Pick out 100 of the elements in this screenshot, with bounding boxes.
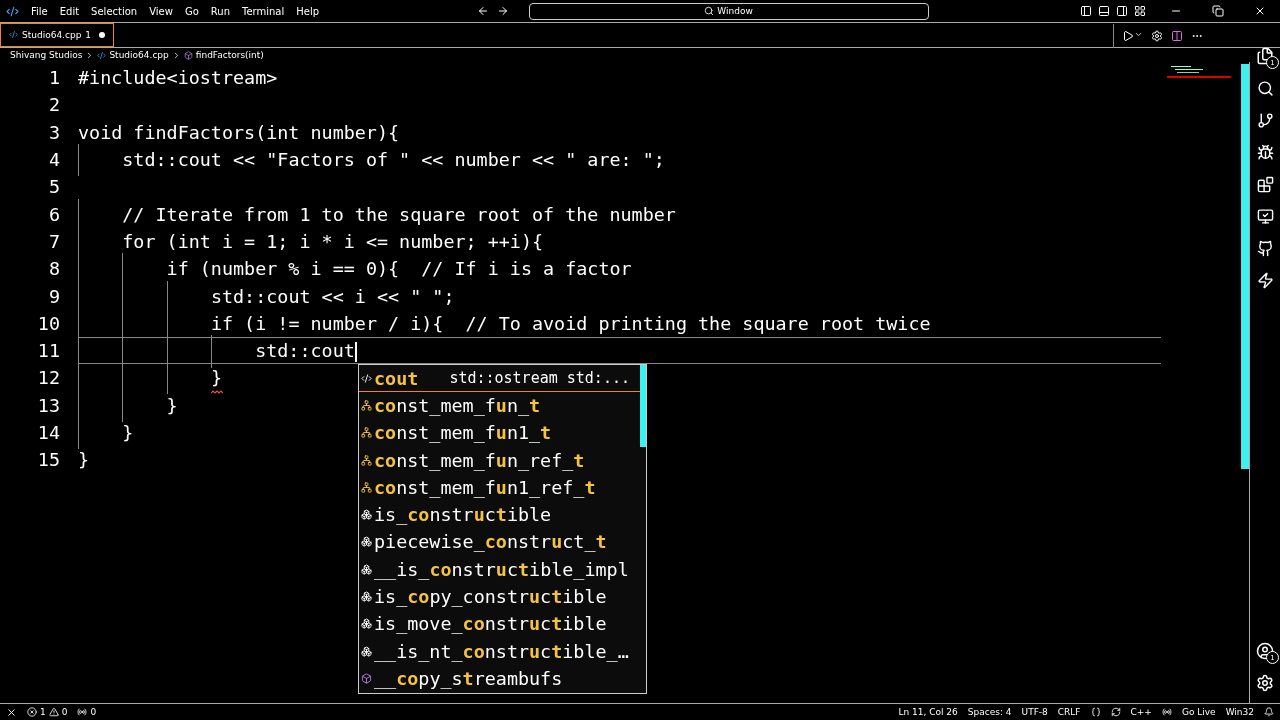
panel-bottom-icon — [1098, 5, 1110, 17]
code-text: std::cout << i << " "; — [210, 285, 455, 307]
suggestion-item[interactable]: const_mem_fun_ref_t — [359, 446, 640, 475]
menu-item[interactable]: Selection — [85, 5, 144, 17]
line-number: 6 — [47, 203, 61, 225]
suggestion-item[interactable]: is_copy_constructible — [359, 583, 640, 611]
menu-item[interactable]: Edit — [53, 5, 86, 17]
editor-tab[interactable]: Studio64.cpp 1 — [0, 23, 115, 47]
suggestion-item[interactable]: is_move_constructible — [359, 610, 640, 638]
cpp-file-icon — [9, 29, 18, 41]
struct-icon — [361, 563, 372, 575]
cpp-file-icon — [97, 50, 107, 60]
class-icon — [361, 399, 372, 411]
restore-icon — [1212, 5, 1224, 17]
breadcrumb-item[interactable]: Shivang Studios — [10, 50, 83, 60]
suggestion-item[interactable]: cout std::ostream std:... — [359, 365, 640, 393]
class-icon — [361, 481, 372, 493]
struct-icon — [361, 509, 372, 521]
suggestion-item[interactable]: piecewise_construct_t — [359, 528, 640, 557]
suggestion-label: const_mem_fun1_t — [374, 422, 552, 444]
cube-icon — [183, 50, 193, 60]
github-icon[interactable] — [1255, 238, 1275, 258]
line-number: 7 — [47, 230, 61, 252]
code-text: } — [122, 422, 134, 443]
suggestion-item[interactable]: __is_nt_constructible_… — [359, 637, 640, 666]
menu-item[interactable]: File — [25, 5, 54, 17]
menu-item[interactable]: View — [143, 5, 179, 17]
struct-icon — [361, 591, 372, 602]
run-icon[interactable] — [1122, 30, 1143, 42]
lightning-icon[interactable] — [1255, 270, 1275, 290]
status-item[interactable]: Ln 11, Col 26 — [898, 707, 958, 717]
command-center-text: Window — [717, 6, 753, 16]
cube-icon — [361, 672, 372, 684]
line-number: 15 — [36, 449, 61, 471]
suggestion-item[interactable]: const_mem_fun1_t — [359, 419, 640, 447]
suggestion-label: const_mem_fun_ref_t — [374, 449, 585, 471]
settings-icon[interactable] — [1255, 673, 1275, 693]
breadcrumb-item[interactable]: findFactors(int) — [195, 50, 264, 60]
command-center[interactable]: Window — [528, 2, 929, 20]
code-text: } — [166, 394, 178, 416]
suggestion-label: cout — [374, 367, 419, 389]
bell-icon[interactable] — [1264, 707, 1274, 717]
suggestion-item[interactable]: is_constructible — [359, 501, 640, 529]
code-text: #include<iostream> — [78, 67, 278, 89]
menu-item[interactable]: Go — [178, 5, 205, 17]
source-control-icon[interactable] — [1255, 110, 1275, 130]
back-icon[interactable] — [476, 5, 489, 17]
struct-icon — [361, 618, 372, 630]
line-number: 13 — [36, 394, 61, 416]
line-number: 1 — [47, 67, 61, 89]
split-editor-icon[interactable] — [1171, 30, 1183, 42]
scrollbar-thumb[interactable] — [1241, 64, 1249, 469]
extensions-icon[interactable] — [1255, 174, 1275, 194]
suggestion-label: __is_nt_constructible_… — [374, 640, 629, 662]
breadcrumb-item[interactable]: Studio64.cpp — [109, 50, 169, 60]
remote-icon[interactable] — [6, 706, 17, 718]
code-text: // Iterate from 1 to the square root of the number — [122, 203, 676, 225]
menu-item[interactable]: Run — [204, 5, 236, 17]
problems-indicator[interactable]: 1 0 — [27, 707, 68, 717]
suggestion-detail: std::ostream std:... — [449, 369, 631, 388]
status-item[interactable]: UTF-8 — [1021, 707, 1048, 717]
status-item[interactable]: CRLF — [1057, 707, 1081, 717]
suggestion-label: piecewise_construct_t — [374, 531, 607, 553]
code-text: std::cout << "Factors of " << number << " are: "; — [122, 149, 665, 171]
ports-indicator[interactable]: 0 — [77, 707, 97, 717]
scrollbar-thumb[interactable] — [640, 365, 646, 447]
line-number: 11 — [36, 340, 61, 362]
code-text: void findFactors(int number){ — [78, 121, 400, 143]
forward-icon[interactable] — [496, 5, 509, 17]
broadcast-icon[interactable] — [1161, 707, 1172, 717]
problem-count: 1 — [85, 30, 92, 40]
sync-icon[interactable] — [1110, 707, 1121, 717]
suggestion-label: __is_constructible_impl — [374, 558, 629, 580]
status-item[interactable]: Spaces: 4 — [967, 707, 1012, 717]
status-item[interactable]: Win32 — [1225, 707, 1254, 717]
line-number: 12 — [36, 367, 61, 389]
suggestion-item[interactable]: const_mem_fun_t — [359, 392, 640, 420]
language-mode[interactable]: C++ — [1130, 707, 1152, 717]
suggestion-label: is_constructible — [374, 504, 552, 526]
struct-icon — [361, 645, 372, 657]
code-text: if (number % i == 0){ // If i is a factor — [166, 258, 632, 280]
go-live-button[interactable]: Go Live — [1181, 707, 1216, 717]
remote-explorer-icon[interactable] — [1255, 206, 1275, 226]
suggestion-item[interactable]: const_mem_fun1_ref_t — [359, 474, 640, 502]
panel-right-icon — [1116, 5, 1128, 17]
line-number: 8 — [47, 258, 61, 280]
menu-item[interactable]: Terminal — [236, 5, 291, 17]
variable-icon — [361, 372, 372, 384]
braces-icon[interactable] — [1090, 707, 1101, 717]
search-icon[interactable] — [1255, 78, 1275, 98]
settings-icon[interactable] — [1151, 30, 1163, 42]
app-logo-icon — [6, 4, 19, 18]
line-number: 10 — [36, 312, 61, 334]
suggestion-label: is_move_constructible — [374, 613, 607, 635]
suggestion-item[interactable]: __is_constructible_impl — [359, 556, 640, 584]
code-text: if (i != number / i){ // To avoid printing the square root twice — [210, 312, 931, 334]
layout-icon — [1134, 5, 1146, 17]
menu-item[interactable]: Help — [290, 5, 326, 17]
suggestion-label: is_copy_constructible — [374, 586, 607, 607]
debug-icon[interactable] — [1255, 142, 1275, 162]
